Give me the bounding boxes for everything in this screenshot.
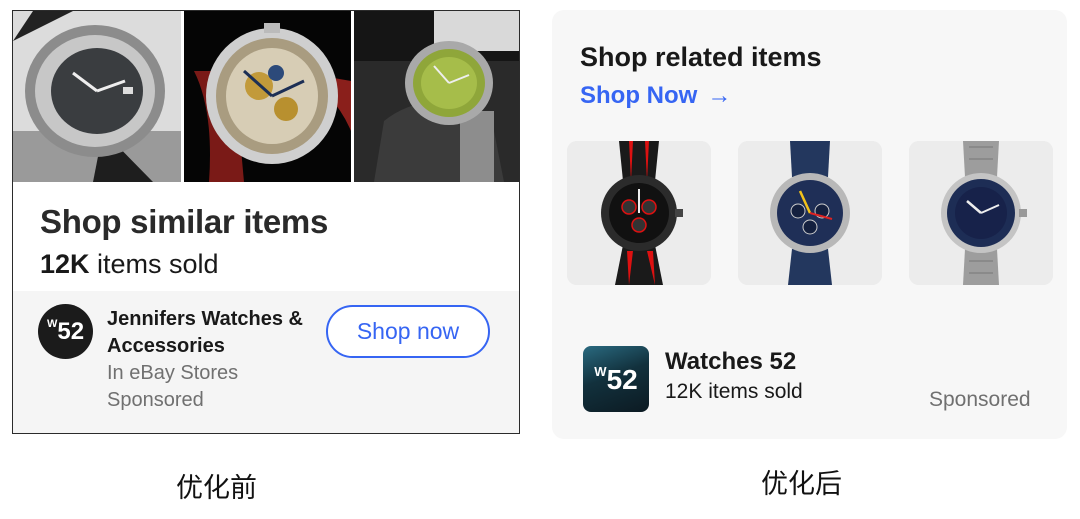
shop-now-link[interactable]: Shop Now → [580, 82, 731, 110]
caption-before: 优化前 [176, 473, 257, 504]
sold-count: 12K [40, 249, 90, 279]
logo-number: 52 [606, 364, 638, 395]
store-name[interactable]: Jennifers Watches & Accessories [107, 306, 307, 360]
items-sold-text: 12K items sold [40, 249, 219, 280]
red-black-chronograph-photo[interactable] [567, 141, 711, 285]
logo-number: 52 [57, 318, 85, 345]
logo-superscript: W [594, 364, 607, 379]
sold-suffix: items sold [89, 249, 219, 279]
arrow-right-icon: → [707, 82, 732, 109]
blue-racing-chronograph-photo[interactable] [738, 141, 882, 285]
sponsored-label: Sponsored [107, 389, 204, 411]
skeleton-watch-photo[interactable] [184, 11, 351, 182]
logo-superscript: W [46, 318, 58, 330]
store-meta: In eBay Stores Sponsored [107, 360, 238, 414]
store-logo[interactable]: W52 [583, 346, 649, 412]
before-ad-card[interactable]: Shop similar items 12K items sold [12, 10, 520, 434]
caption-after: 优化后 [761, 469, 842, 500]
shop-now-link-label: Shop Now [580, 82, 698, 109]
store-logo[interactable]: W52 [38, 304, 93, 359]
items-sold-text: 12K items sold [665, 380, 803, 403]
store-location: In eBay Stores [107, 362, 239, 384]
store-name[interactable]: Watches 52 [665, 348, 796, 376]
ad-title: Shop related items [580, 42, 822, 72]
silver-watch-photo[interactable] [13, 11, 181, 182]
shop-now-button[interactable]: Shop now [326, 305, 490, 358]
green-dial-watch-photo[interactable] [354, 11, 519, 182]
product-photo-strip [13, 11, 519, 182]
ad-title: Shop similar items [40, 203, 329, 240]
sponsored-label: Sponsored [929, 388, 1031, 411]
blue-diver-watch-photo[interactable] [909, 141, 1053, 285]
after-ad-card[interactable]: Shop related items Shop Now → W52 Watche… [552, 10, 1067, 439]
